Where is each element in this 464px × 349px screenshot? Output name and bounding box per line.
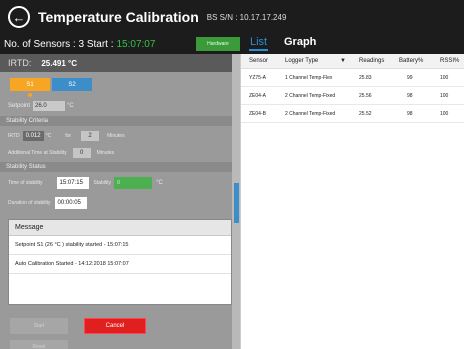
reading-cell: 25.83	[359, 75, 372, 81]
duration-of-stability-row: Duration of stability 00:00:05	[8, 197, 87, 209]
irtd-label: IRTD:	[8, 58, 32, 68]
column-header-sensor[interactable]: Sensor	[249, 58, 268, 64]
irtd-value: 25.491 °C	[41, 58, 78, 68]
setpoint-input[interactable]: 26.0	[33, 101, 66, 111]
reading-cell: 25.56	[359, 93, 372, 99]
setpoint-s1-button[interactable]: S1	[10, 78, 50, 91]
stability-unit: °C	[156, 180, 163, 186]
irtd-criteria-label: IRTD	[8, 133, 20, 139]
additional-time-label: Additional Time at Stability	[8, 150, 67, 156]
arrow-left-circle-icon: ←	[12, 9, 26, 25]
setpoint-label: Setpoint	[8, 103, 31, 109]
duration-of-stability-value: 00:00:05	[54, 197, 87, 209]
column-header-readings[interactable]: Readings	[359, 58, 384, 64]
for-label: for	[65, 133, 72, 139]
time-of-stability-value: 15:07:15	[56, 177, 89, 189]
stability-status-header: Stability Status	[0, 162, 232, 172]
active-setpoint-indicator	[28, 93, 32, 97]
sensor-cell: ZE04-A	[249, 93, 266, 99]
setpoint-s2-button[interactable]: S2	[52, 78, 92, 91]
splitter-handle[interactable]	[234, 183, 239, 223]
irtd-criteria-input[interactable]: 0.012	[22, 131, 44, 141]
duration-of-stability-label: Duration of stability	[8, 200, 51, 206]
reset-button[interactable]: Reset	[10, 340, 68, 349]
time-of-stability-row: Time of stability 15:07:15 Stability 0 °…	[8, 177, 163, 189]
hardware-button[interactable]: Hardware	[196, 37, 240, 51]
battery-cell: 99	[407, 75, 413, 81]
stability-label: Stability	[93, 180, 112, 186]
setpoint-row: Setpoint 26.0 °C	[8, 101, 74, 111]
bs-serial-number: BS S/N : 10.17.17.249	[206, 12, 287, 22]
rssi-cell: 100	[440, 93, 449, 99]
sensor-cell: ZE04-B	[249, 111, 266, 117]
title-bar: ← Temperature Calibration BS S/N : 10.17…	[0, 0, 464, 34]
table-row[interactable]: ZE04-A 2 Channel Temp-Fixed 25.56 98 100	[241, 87, 464, 105]
back-button[interactable]: ←	[8, 6, 30, 28]
stability-value: 0	[114, 177, 153, 189]
tab-list[interactable]: List	[248, 36, 269, 51]
table-row[interactable]: ZE04-B 2 Channel Temp-Fixed 25.52 98 100	[241, 105, 464, 123]
time-of-stability-label: Time of stability	[8, 180, 43, 186]
criteria-minutes-label: Minutes	[107, 133, 125, 139]
start-time: 15:07:07	[116, 38, 156, 50]
criteria-minutes-input[interactable]: 2	[81, 131, 100, 141]
reading-cell: 25.52	[359, 111, 372, 117]
start-button[interactable]: Start	[10, 318, 68, 334]
message-item: Auto Calibration Started - 14:12:2018 15…	[9, 255, 231, 274]
table-row[interactable]: YZ75-A 1 Channel Temp-Flex 25.83 99 100	[241, 69, 464, 87]
stability-criteria-header: Stability Criteria	[0, 116, 232, 126]
cancel-button[interactable]: Cancel	[84, 318, 146, 334]
battery-cell: 98	[407, 93, 413, 99]
sensors-bar: No. of Sensors : 3 Start : 15:07:07 Hard…	[0, 34, 240, 54]
message-header: Message	[9, 220, 231, 236]
logger-type-cell: 2 Channel Temp-Fixed	[285, 111, 336, 117]
sensor-cell: YZ75-A	[249, 75, 266, 81]
additional-time-input[interactable]: 0	[72, 148, 91, 158]
calibration-panel: IRTD: 25.491 °C S1 S2 Setpoint 26.0 °C S…	[0, 54, 240, 349]
battery-cell: 98	[407, 111, 413, 117]
sensors-count-label: No. of Sensors : 3 Start :	[4, 38, 114, 50]
setpoint-unit: °C	[67, 103, 74, 109]
irtd-criteria-unit: °C	[45, 133, 52, 139]
rssi-cell: 100	[440, 75, 449, 81]
filter-icon[interactable]: ▼	[340, 58, 346, 64]
additional-minutes-label: Minutes	[96, 150, 115, 156]
column-header-rssi[interactable]: RSSI%	[440, 58, 459, 64]
sensor-table: Sensor Logger Type ▼ Readings Battery% R…	[240, 54, 464, 349]
column-header-logger-type[interactable]: Logger Type	[285, 58, 318, 64]
rssi-cell: 100	[440, 111, 449, 117]
column-header-battery[interactable]: Battery%	[399, 58, 423, 64]
logger-type-cell: 1 Channel Temp-Flex	[285, 75, 333, 81]
irtd-bar: IRTD: 25.491 °C	[0, 54, 240, 72]
irtd-criteria-row: IRTD 0.012 °C for 2 Minutes	[8, 131, 125, 141]
table-header: Sensor Logger Type ▼ Readings Battery% R…	[241, 54, 464, 69]
view-tabs: List Graph	[240, 34, 464, 54]
additional-time-row: Additional Time at Stability 0 Minutes	[8, 148, 114, 158]
app-title: Temperature Calibration	[38, 9, 199, 25]
message-box: Message Setpoint S1 (26 °C ) stability s…	[8, 219, 232, 305]
message-item: Setpoint S1 (26 °C ) stability started -…	[9, 236, 231, 255]
logger-type-cell: 2 Channel Temp-Fixed	[285, 93, 336, 99]
tab-graph[interactable]: Graph	[284, 36, 316, 48]
